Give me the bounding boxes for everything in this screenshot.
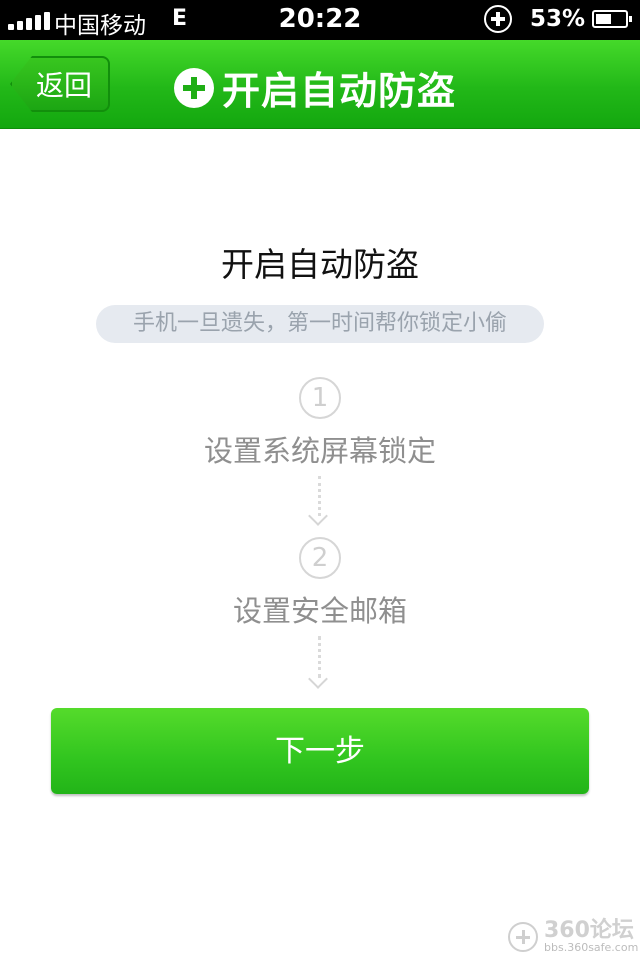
nav-title-group: 开启自动防盗	[174, 60, 456, 115]
step-1-number: 1	[299, 377, 341, 419]
status-bar: 中国移动 E 20:22 53%	[0, 0, 640, 40]
down-arrow-icon	[308, 506, 328, 526]
battery-percent: 53%	[530, 6, 586, 32]
page-title: 开启自动防盗	[222, 69, 457, 113]
battery-icon	[592, 10, 632, 28]
step-1-label: 设置系统屏幕锁定	[203, 434, 436, 468]
watermark-url: bbs.360safe.com	[544, 941, 639, 954]
content-heading: 开启自动防盗	[221, 245, 419, 284]
watermark-main: 360论坛	[544, 918, 634, 943]
next-step-button[interactable]: 下一步	[51, 708, 589, 794]
step-2-number: 2	[299, 537, 341, 579]
guard-plus-icon	[484, 5, 512, 33]
plus-circle-icon	[174, 67, 214, 108]
watermark: 360论坛 bbs.360safe.com	[508, 920, 638, 953]
360-logo-icon	[508, 921, 538, 952]
back-button[interactable]: 返回	[10, 56, 110, 112]
nav-bar: 返回 开启自动防盗	[0, 40, 640, 129]
subtitle-pill: 手机一旦遗失，第一时间帮你锁定小偷	[96, 305, 544, 343]
step-2-label: 设置安全邮箱	[232, 594, 407, 628]
down-arrow-icon	[308, 669, 328, 689]
